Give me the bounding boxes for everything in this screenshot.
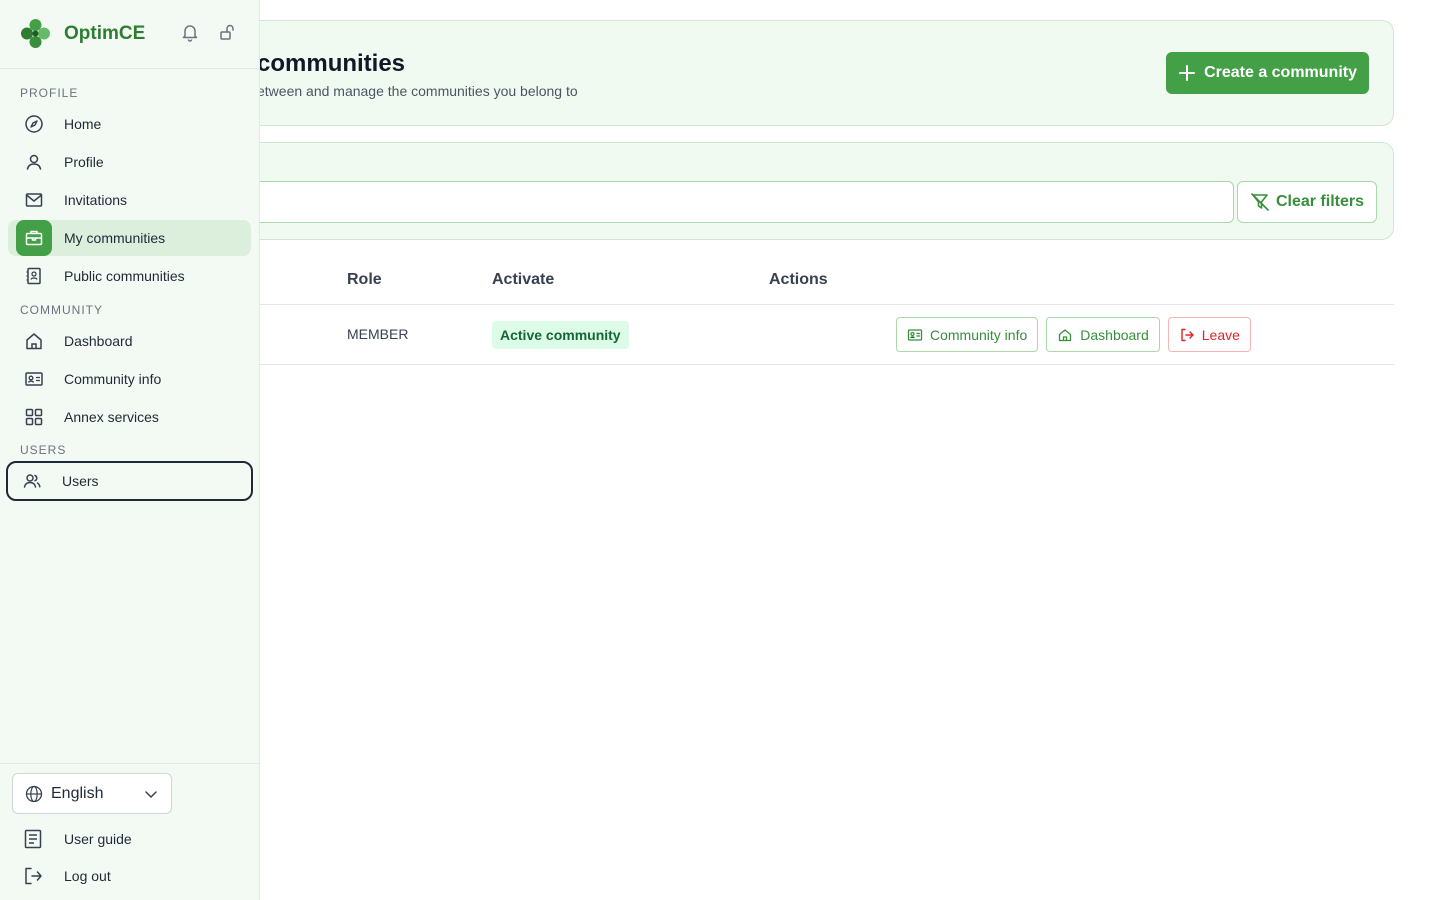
globe-icon	[25, 785, 43, 802]
sidebar-item-public-communities[interactable]: Public communities	[8, 258, 251, 294]
chevron-down-icon	[145, 791, 157, 798]
sidebar-item-my-communities[interactable]: My communities	[8, 220, 251, 256]
dashboard-label: Dashboard	[1080, 326, 1149, 343]
mail-icon	[16, 182, 52, 218]
column-header-actions: Actions	[769, 271, 828, 288]
sidebar-item-label: Home	[64, 116, 102, 132]
logout-icon	[1181, 328, 1194, 341]
table-row: MEMBER Active community Community info D…	[200, 305, 1394, 365]
house-icon	[16, 323, 52, 359]
status-badge: Active community	[492, 321, 629, 349]
clear-filters-button[interactable]: Clear filters	[1236, 181, 1377, 223]
sidebar-item-label: Profile	[64, 154, 104, 170]
role-cell: MEMBER	[347, 326, 409, 342]
sidebar-item-label: Dashboard	[64, 333, 133, 349]
create-community-button[interactable]: Create a community	[1166, 52, 1369, 94]
page-subtitle: etween and manage the communities you be…	[257, 83, 578, 99]
bell-icon[interactable]	[180, 22, 200, 42]
clear-filters-label: Clear filters	[1275, 193, 1364, 210]
section-label-profile: PROFILE	[20, 86, 79, 100]
id-card-icon	[907, 328, 923, 341]
sidebar-item-label: My communities	[64, 230, 166, 246]
search-input[interactable]	[221, 181, 1234, 223]
language-select[interactable]: English	[12, 773, 172, 814]
sidebar-item-label: Community info	[64, 371, 162, 387]
compass-icon	[16, 106, 52, 142]
community-info-button[interactable]: Community info	[896, 317, 1039, 352]
logout-icon	[25, 867, 42, 885]
contact-book-icon	[16, 258, 52, 294]
log-out-label: Log out	[64, 868, 111, 884]
sidebar-item-annex-services[interactable]: Annex services	[8, 399, 251, 435]
leave-label: Leave	[1201, 326, 1240, 343]
user-guide-link[interactable]: User guide	[24, 829, 132, 849]
log-out-link[interactable]: Log out	[24, 866, 111, 886]
grid-icon	[16, 399, 52, 435]
communities-table: Role Activate Actions MEMBER Active comm…	[200, 256, 1394, 365]
column-header-activate: Activate	[492, 271, 555, 288]
table-header: Role Activate Actions	[200, 256, 1394, 305]
users-icon	[14, 463, 50, 499]
sidebar-item-label: Invitations	[64, 192, 128, 208]
user-icon	[16, 144, 52, 180]
filter-off-icon	[1251, 193, 1269, 211]
sidebar-item-label: Users	[62, 473, 99, 489]
book-icon	[24, 829, 42, 849]
filter-card: Clear filters	[200, 142, 1394, 240]
create-community-label: Create a community	[1204, 64, 1357, 81]
section-label-community: COMMUNITY	[20, 303, 103, 317]
sidebar-divider	[0, 68, 259, 69]
leave-button[interactable]: Leave	[1167, 317, 1251, 352]
sidebar-item-label: Public communities	[64, 268, 185, 284]
brand[interactable]: OptimCE	[20, 18, 145, 49]
sidebar-item-dashboard[interactable]: Dashboard	[8, 323, 251, 359]
section-label-users: USERS	[20, 443, 67, 457]
sidebar-item-invitations[interactable]: Invitations	[8, 182, 251, 218]
user-guide-label: User guide	[64, 831, 132, 847]
dashboard-button[interactable]: Dashboard	[1046, 317, 1160, 352]
page-header-card: communities etween and manage the commun…	[200, 20, 1394, 126]
sidebar-item-label: Annex services	[64, 409, 159, 425]
house-icon	[1059, 328, 1072, 341]
unlock-icon[interactable]	[218, 22, 238, 42]
community-info-label: Community info	[930, 326, 1028, 343]
row-actions: Community info Dashboard Leave	[896, 317, 1251, 352]
sidebar-divider	[0, 763, 259, 764]
plus-icon	[1179, 65, 1196, 81]
page-title: communities	[257, 50, 406, 77]
language-value: English	[51, 784, 104, 802]
clover-logo-icon	[21, 19, 50, 48]
sidebar: OptimCE PROFILE Home Profile Invitations…	[0, 0, 260, 900]
sidebar-item-users[interactable]: Users	[6, 461, 253, 501]
sidebar-item-profile[interactable]: Profile	[8, 144, 251, 180]
briefcase-icon	[16, 220, 52, 256]
sidebar-item-community-info[interactable]: Community info	[8, 361, 251, 397]
header-icons	[180, 22, 238, 42]
app-name: OptimCE	[64, 22, 146, 44]
id-card-icon	[16, 361, 52, 397]
sidebar-item-home[interactable]: Home	[8, 106, 251, 142]
column-header-role: Role	[347, 271, 382, 288]
